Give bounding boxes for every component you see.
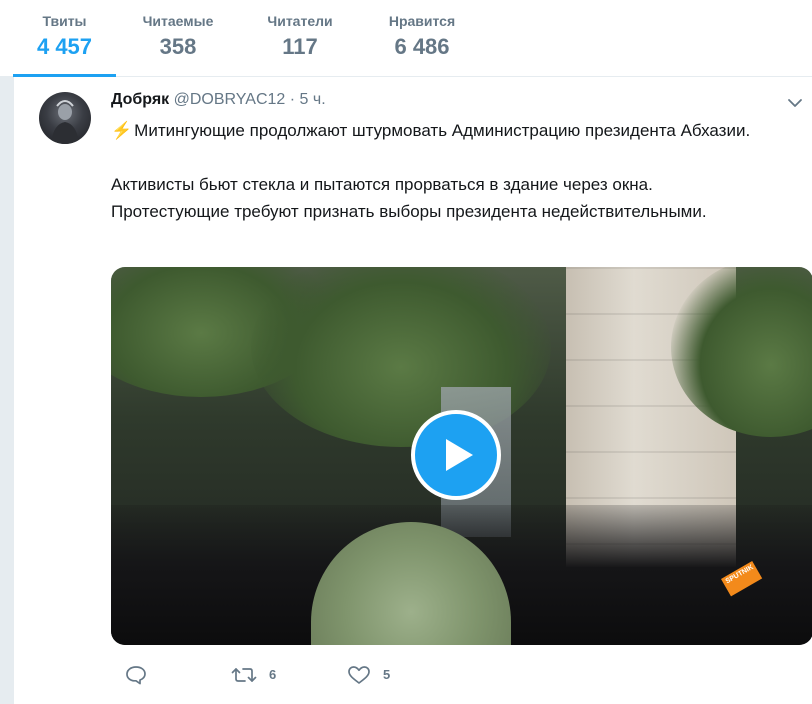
stat-tweets-value: 4 457 [36, 34, 93, 59]
stat-likes[interactable]: Нравится 6 486 [371, 0, 473, 76]
author-name[interactable]: Добряк [111, 91, 169, 108]
reply-icon [126, 666, 146, 685]
tweet-paragraph-2-line-1: Активисты бьют стекла и пытаются прорват… [111, 175, 653, 194]
stat-following-value: 358 [159, 34, 197, 59]
stat-tweets-label: Твиты [42, 13, 87, 29]
tweet-text: ⚡ Митингующие продолжают штурмовать Админ… [111, 117, 801, 225]
stat-tweets[interactable]: Твиты 4 457 [13, 0, 116, 77]
lightning-emoji-icon: ⚡ [111, 121, 133, 140]
like-button[interactable]: 5 [347, 663, 397, 687]
tweet-paragraph-1-text: Митингующие продолжают штурмовать Админи… [134, 121, 751, 140]
author-handle[interactable]: @DOBRYAC12 [174, 91, 286, 108]
tweet-paragraph-2-line-2: Протестующие требуют признать выборы пре… [111, 202, 707, 221]
retweet-icon [231, 668, 257, 682]
tweet-timestamp[interactable]: 5 ч. [300, 91, 326, 108]
profile-stats-nav: Твиты 4 457 Читаемые 358 Читатели 117 Нр… [0, 0, 812, 77]
stat-followers-value: 117 [282, 34, 318, 59]
like-count: 5 [383, 667, 391, 682]
stat-followers-label: Читатели [267, 13, 333, 29]
stat-likes-value: 6 486 [394, 34, 450, 59]
avatar-figure-icon [51, 100, 79, 144]
retweet-count: 6 [269, 667, 277, 682]
video-player[interactable]: SPUTNIK [111, 267, 812, 645]
stat-following[interactable]: Читаемые 358 [126, 0, 230, 76]
stat-followers[interactable]: Читатели 117 [250, 0, 350, 76]
tweet-card[interactable]: Добряк @DOBRYAC12 · 5 ч. ⚡ Митингующие пр… [13, 77, 812, 704]
play-button[interactable] [411, 410, 501, 500]
chevron-down-icon [788, 99, 802, 107]
tweet-paragraph-1: ⚡ Митингующие продолжают штурмовать Админ… [111, 117, 801, 144]
heart-icon [348, 666, 370, 684]
avatar[interactable] [39, 92, 91, 144]
stat-likes-label: Нравится [388, 13, 456, 29]
tweet-menu-button[interactable] [785, 93, 805, 113]
retweet-button[interactable]: 6 [231, 663, 291, 687]
tweet-header: Добряк @DOBRYAC12 · 5 ч. [111, 91, 326, 109]
reply-button[interactable] [125, 663, 149, 687]
play-icon [446, 439, 473, 471]
header-separator: · [289, 91, 296, 108]
tweet-paragraph-2: Активисты бьют стекла и пытаются прорват… [111, 171, 801, 225]
stat-following-label: Читаемые [142, 13, 214, 29]
